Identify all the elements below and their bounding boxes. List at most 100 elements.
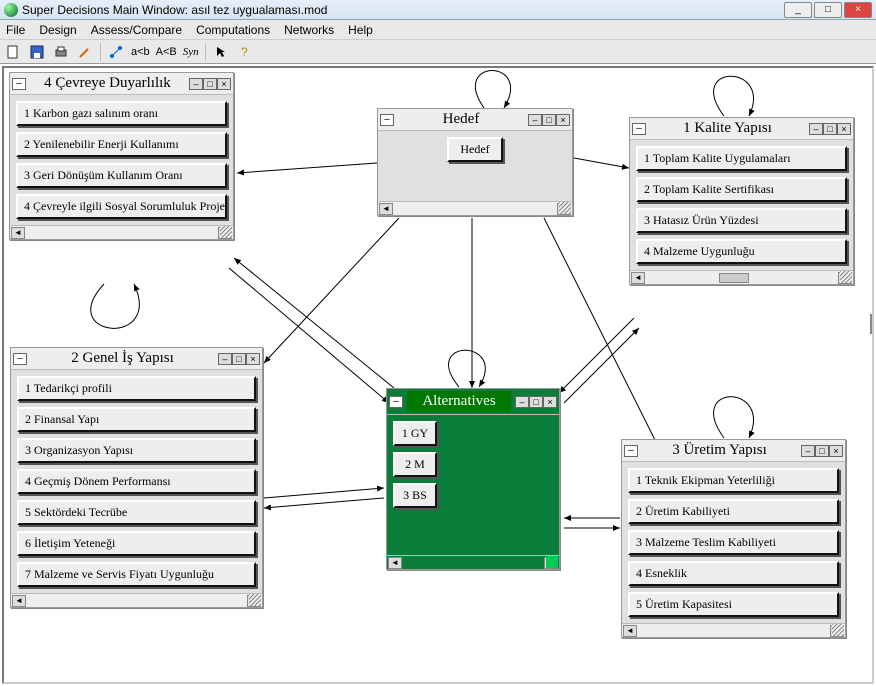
cluster-minimize-button[interactable]: – (515, 396, 529, 408)
cluster-header[interactable]: – 3 Üretim Yapısı – □ × (622, 440, 845, 462)
network-icon[interactable] (107, 43, 125, 61)
cluster-menu-icon[interactable]: – (13, 353, 27, 365)
print-icon[interactable] (52, 43, 70, 61)
node-tedarikci-profili[interactable]: 1 Tedarikçi profili (17, 376, 256, 401)
resize-grip-icon[interactable] (559, 202, 571, 214)
cluster-scrollbar[interactable]: ◄ ► (387, 555, 559, 569)
cluster-scrollbar[interactable]: ◄ ► (622, 623, 845, 637)
node-karbon-gazi[interactable]: 1 Karbon gazı salınım oranı (16, 101, 227, 126)
node-esneklik[interactable]: 4 Esneklik (628, 561, 839, 586)
node-alt-bs[interactable]: 3 BS (393, 483, 437, 508)
cluster-maximize-button[interactable]: □ (203, 78, 217, 90)
cluster-genel-is-yapisi[interactable]: – 2 Genel İş Yapısı – □ × 1 Tedarikçi pr… (10, 347, 263, 608)
cluster-uretim-yapisi[interactable]: – 3 Üretim Yapısı – □ × 1 Teknik Ekipman… (621, 439, 846, 638)
cluster-minimize-button[interactable]: – (218, 353, 232, 365)
cluster-maximize-button[interactable]: □ (815, 445, 829, 457)
cluster-kalite-yapisi[interactable]: – 1 Kalite Yapısı – □ × 1 Toplam Kalite … (629, 117, 854, 285)
cluster-maximize-button[interactable]: □ (823, 123, 837, 135)
cluster-menu-icon[interactable]: – (632, 123, 646, 135)
cluster-maximize-button[interactable]: □ (529, 396, 543, 408)
scroll-left-icon[interactable]: ◄ (631, 272, 645, 284)
node-toplam-kalite-sertifikasi[interactable]: 2 Toplam Kalite Sertifikası (636, 177, 847, 202)
menu-networks[interactable]: Networks (284, 23, 334, 37)
scroll-left-icon[interactable]: ◄ (11, 227, 25, 239)
cluster-menu-icon[interactable]: – (389, 396, 403, 408)
toolbar-compare-large[interactable]: A<B (156, 46, 177, 58)
node-sosyal-sorumluluk[interactable]: 4 Çevreyle ilgili Sosyal Sorumluluk Proj… (16, 194, 227, 219)
cluster-scrollbar[interactable]: ◄ ► (11, 593, 262, 607)
node-yenilenebilir-enerji[interactable]: 2 Yenilenebilir Enerji Kullanımı (16, 132, 227, 157)
node-organizasyon-yapisi[interactable]: 3 Organizasyon Yapısı (17, 438, 256, 463)
window-minimize-button[interactable]: _ (784, 2, 812, 18)
cluster-scrollbar[interactable]: ◄ ► (10, 225, 233, 239)
node-uretim-kapasitesi[interactable]: 5 Üretim Kapasitesi (628, 592, 839, 617)
cluster-minimize-button[interactable]: – (528, 114, 542, 126)
cluster-menu-icon[interactable]: – (624, 445, 638, 457)
window-close-button[interactable]: × (844, 2, 872, 18)
node-sektordeki-tecruebe[interactable]: 5 Sektördeki Tecrübe (17, 500, 256, 525)
node-alt-m[interactable]: 2 M (393, 452, 437, 477)
cluster-maximize-button[interactable]: □ (232, 353, 246, 365)
node-toplam-kalite-uygulamalari[interactable]: 1 Toplam Kalite Uygulamaları (636, 146, 847, 171)
menu-help[interactable]: Help (348, 23, 373, 37)
cluster-close-button[interactable]: × (556, 114, 570, 126)
resize-grip-icon[interactable] (546, 556, 558, 568)
menu-assess-compare[interactable]: Assess/Compare (91, 23, 182, 37)
cluster-header[interactable]: – 1 Kalite Yapısı – □ × (630, 118, 853, 140)
cluster-header[interactable]: – Alternatives – □ × (387, 389, 559, 415)
cluster-minimize-button[interactable]: – (809, 123, 823, 135)
resize-grip-icon[interactable] (249, 594, 261, 606)
edit-icon[interactable] (76, 43, 94, 61)
cluster-alternatives[interactable]: – Alternatives – □ × 1 GY 2 M 3 BS ◄ ► (386, 388, 560, 570)
help-icon[interactable]: ? (236, 43, 254, 61)
window-maximize-button[interactable]: □ (814, 2, 842, 18)
toolbar-syn[interactable]: Syn (183, 46, 199, 58)
cluster-close-button[interactable]: × (543, 396, 557, 408)
scroll-left-icon[interactable]: ◄ (388, 557, 402, 569)
cluster-menu-icon[interactable]: – (12, 78, 26, 90)
resize-grip-icon[interactable] (220, 226, 232, 238)
node-uretim-kabiliyeti[interactable]: 2 Üretim Kabiliyeti (628, 499, 839, 524)
menu-design[interactable]: Design (39, 23, 76, 37)
node-geri-donusum[interactable]: 3 Geri Dönüşüm Kullanım Oranı (16, 163, 227, 188)
cluster-close-button[interactable]: × (829, 445, 843, 457)
new-file-icon[interactable] (4, 43, 22, 61)
node-alt-gy[interactable]: 1 GY (393, 421, 437, 446)
node-teknik-ekipman[interactable]: 1 Teknik Ekipman Yeterliliği (628, 468, 839, 493)
cluster-minimize-button[interactable]: – (189, 78, 203, 90)
cluster-cevreye-duyarlilik[interactable]: – 4 Çevreye Duyarlılık – □ × 1 Karbon ga… (9, 72, 234, 240)
cluster-minimize-button[interactable]: – (801, 445, 815, 457)
menu-computations[interactable]: Computations (196, 23, 270, 37)
node-hedef[interactable]: Hedef (447, 137, 503, 162)
node-hatasiz-urun-yuzdesi[interactable]: 3 Hatasız Ürün Yüzdesi (636, 208, 847, 233)
cluster-close-button[interactable]: × (217, 78, 231, 90)
canvas-side-handle[interactable] (870, 314, 874, 334)
cluster-maximize-button[interactable]: □ (542, 114, 556, 126)
cluster-header[interactable]: – 4 Çevreye Duyarlılık – □ × (10, 73, 233, 95)
node-malzeme-servis-fiyati[interactable]: 7 Malzeme ve Servis Fiyatı Uygunluğu (17, 562, 256, 587)
cluster-header[interactable]: – Hedef – □ × (378, 109, 572, 131)
scroll-thumb[interactable] (719, 273, 749, 283)
cluster-scrollbar[interactable]: ◄ ► (630, 270, 853, 284)
scroll-left-icon[interactable]: ◄ (623, 625, 637, 637)
node-malzeme-teslim[interactable]: 3 Malzeme Teslim Kabiliyeti (628, 530, 839, 555)
cursor-icon[interactable] (212, 43, 230, 61)
cluster-close-button[interactable]: × (246, 353, 260, 365)
node-iletisim-yetenegi[interactable]: 6 İletişim Yeteneği (17, 531, 256, 556)
toolbar-compare-small[interactable]: a<b (131, 46, 150, 58)
scroll-left-icon[interactable]: ◄ (379, 203, 393, 215)
node-gecmis-donem-performansi[interactable]: 4 Geçmiş Dönem Performansı (17, 469, 256, 494)
resize-grip-icon[interactable] (840, 271, 852, 283)
resize-grip-icon[interactable] (832, 624, 844, 636)
cluster-scrollbar[interactable]: ◄ ► (378, 201, 572, 215)
cluster-menu-icon[interactable]: – (380, 114, 394, 126)
cluster-hedef[interactable]: – Hedef – □ × Hedef ◄ ► (377, 108, 573, 216)
network-canvas[interactable]: – 4 Çevreye Duyarlılık – □ × 1 Karbon ga… (2, 66, 874, 684)
node-finansal-yapi[interactable]: 2 Finansal Yapı (17, 407, 256, 432)
save-icon[interactable] (28, 43, 46, 61)
scroll-left-icon[interactable]: ◄ (12, 595, 26, 607)
cluster-close-button[interactable]: × (837, 123, 851, 135)
node-malzeme-uygunlugu[interactable]: 4 Malzeme Uygunluğu (636, 239, 847, 264)
menu-file[interactable]: File (6, 23, 25, 37)
cluster-header[interactable]: – 2 Genel İş Yapısı – □ × (11, 348, 262, 370)
